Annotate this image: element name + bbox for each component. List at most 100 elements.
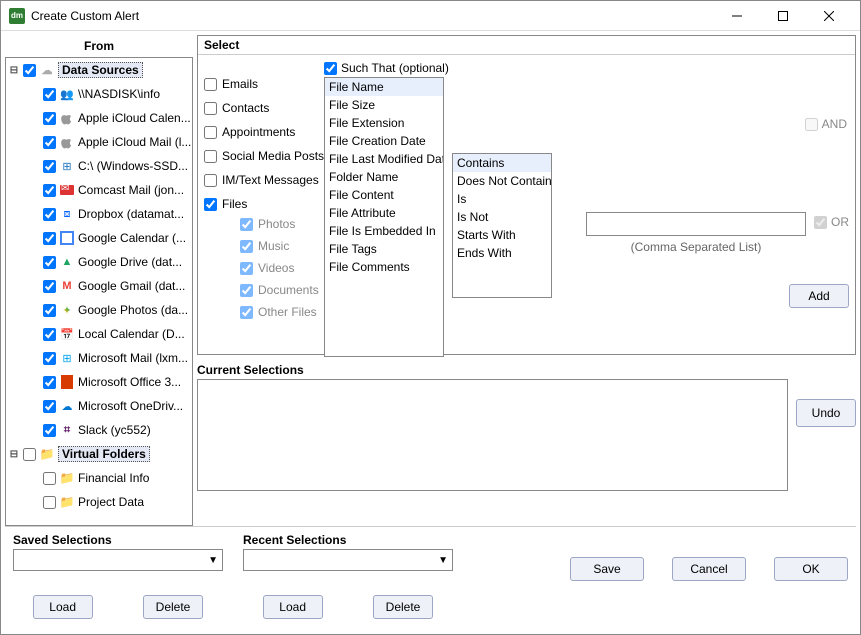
tree-root[interactable]: ⊟Data Sources [6, 58, 192, 82]
type-checkbox[interactable] [204, 78, 217, 91]
minimize-button[interactable] [714, 2, 760, 30]
tree-checkbox[interactable] [23, 64, 36, 77]
recent-delete-button[interactable]: Delete [373, 595, 434, 619]
operator-list[interactable]: ContainsDoes Not ContainIsIs NotStarts W… [452, 153, 552, 298]
tree-item[interactable]: Comcast Mail (jon... [6, 178, 192, 202]
operator-item[interactable]: Is Not [453, 208, 551, 226]
type-checkbox[interactable] [204, 198, 217, 211]
file-subtype-checkbox[interactable] [240, 284, 253, 297]
tree-expander-icon[interactable]: ⊟ [8, 65, 20, 76]
field-item[interactable]: Folder Name [325, 168, 443, 186]
tree-checkbox[interactable] [43, 208, 56, 221]
suchthat-checkbox[interactable] [324, 62, 337, 75]
ok-button[interactable]: OK [774, 557, 848, 581]
tree-checkbox[interactable] [43, 136, 56, 149]
tree-checkbox[interactable] [43, 496, 56, 509]
type-option[interactable]: IM/Text Messages [204, 173, 316, 187]
type-option[interactable]: Social Media Posts [204, 149, 316, 163]
file-subtype-option[interactable]: Photos [240, 217, 316, 231]
type-option[interactable]: Emails [204, 77, 316, 91]
tree-item[interactable]: Local Calendar (D... [6, 322, 192, 346]
file-subtype-option[interactable]: Documents [240, 283, 316, 297]
tree-checkbox[interactable] [43, 88, 56, 101]
tree-item[interactable]: Microsoft Mail (lxm... [6, 346, 192, 370]
file-subtype-option[interactable]: Videos [240, 261, 316, 275]
tree-checkbox[interactable] [43, 256, 56, 269]
tree-checkbox[interactable] [43, 424, 56, 437]
field-item[interactable]: File Creation Date [325, 132, 443, 150]
tree-item[interactable]: Dropbox (datamat... [6, 202, 192, 226]
field-item[interactable]: File Is Embedded In [325, 222, 443, 240]
cancel-button[interactable]: Cancel [672, 557, 746, 581]
tree-expander-icon[interactable]: ⊟ [8, 449, 20, 460]
source-tree[interactable]: ⊟Data Sources\\NASDISK\infoApple iCloud … [5, 57, 193, 526]
field-item[interactable]: File Attribute [325, 204, 443, 222]
tree-item[interactable]: Apple iCloud Mail (l... [6, 130, 192, 154]
saved-selections-combo[interactable]: ▼ [13, 549, 223, 571]
type-option[interactable]: Contacts [204, 101, 316, 115]
operator-item[interactable]: Ends With [453, 244, 551, 262]
tree-checkbox[interactable] [43, 160, 56, 173]
tree-checkbox[interactable] [43, 352, 56, 365]
tree-item[interactable]: Google Photos (da... [6, 298, 192, 322]
type-checkbox[interactable] [204, 150, 217, 163]
add-button[interactable]: Add [789, 284, 849, 308]
field-item[interactable]: File Extension [325, 114, 443, 132]
maximize-button[interactable] [760, 2, 806, 30]
tree-item[interactable]: C:\ (Windows-SSD... [6, 154, 192, 178]
file-subtype-checkbox[interactable] [240, 306, 253, 319]
field-list[interactable]: File NameFile SizeFile ExtensionFile Cre… [324, 77, 444, 357]
tree-item[interactable]: \\NASDISK\info [6, 82, 192, 106]
saved-delete-button[interactable]: Delete [143, 595, 204, 619]
tree-item[interactable]: Slack (yc552) [6, 418, 192, 442]
tree-checkbox[interactable] [43, 304, 56, 317]
type-option[interactable]: Appointments [204, 125, 316, 139]
field-item[interactable]: File Comments [325, 258, 443, 276]
value-input[interactable] [586, 212, 806, 236]
operator-item[interactable]: Does Not Contain [453, 172, 551, 190]
field-item[interactable]: File Content [325, 186, 443, 204]
tree-checkbox[interactable] [43, 112, 56, 125]
tree-item[interactable]: Microsoft Office 3... [6, 370, 192, 394]
recent-load-button[interactable]: Load [263, 595, 323, 619]
tree-item[interactable]: Apple iCloud Calen... [6, 106, 192, 130]
tree-item[interactable]: Project Data [6, 490, 192, 514]
field-item[interactable]: File Tags [325, 240, 443, 258]
field-item[interactable]: File Size [325, 96, 443, 114]
saved-load-button[interactable]: Load [33, 595, 93, 619]
tree-checkbox[interactable] [43, 376, 56, 389]
close-button[interactable] [806, 2, 852, 30]
type-option[interactable]: Files [204, 197, 316, 211]
operator-item[interactable]: Is [453, 190, 551, 208]
tree-root[interactable]: ⊟Virtual Folders [6, 442, 192, 466]
file-subtype-option[interactable]: Other Files [240, 305, 316, 319]
tree-checkbox[interactable] [43, 184, 56, 197]
undo-button[interactable]: Undo [796, 399, 856, 427]
tree-item[interactable]: Google Drive (dat... [6, 250, 192, 274]
file-subtype-option[interactable]: Music [240, 239, 316, 253]
tree-item[interactable]: Google Calendar (... [6, 226, 192, 250]
type-checkbox[interactable] [204, 174, 217, 187]
tree-checkbox[interactable] [43, 328, 56, 341]
save-button[interactable]: Save [570, 557, 644, 581]
type-checkbox[interactable] [204, 126, 217, 139]
type-checkbox[interactable] [204, 102, 217, 115]
tree-checkbox[interactable] [23, 448, 36, 461]
file-subtype-checkbox[interactable] [240, 262, 253, 275]
tree-item[interactable]: Financial Info [6, 466, 192, 490]
field-item[interactable]: File Name [325, 78, 443, 96]
operator-item[interactable]: Starts With [453, 226, 551, 244]
or-checkbox[interactable] [814, 216, 827, 229]
tree-item[interactable]: Microsoft OneDriv... [6, 394, 192, 418]
tree-checkbox[interactable] [43, 232, 56, 245]
file-subtype-checkbox[interactable] [240, 240, 253, 253]
tree-item[interactable]: Google Gmail (dat... [6, 274, 192, 298]
recent-selections-combo[interactable]: ▼ [243, 549, 453, 571]
current-selections-box[interactable] [197, 379, 788, 491]
operator-item[interactable]: Contains [453, 154, 551, 172]
tree-checkbox[interactable] [43, 400, 56, 413]
tree-checkbox[interactable] [43, 280, 56, 293]
tree-checkbox[interactable] [43, 472, 56, 485]
and-checkbox[interactable] [805, 118, 818, 131]
field-item[interactable]: File Last Modified Date [325, 150, 443, 168]
